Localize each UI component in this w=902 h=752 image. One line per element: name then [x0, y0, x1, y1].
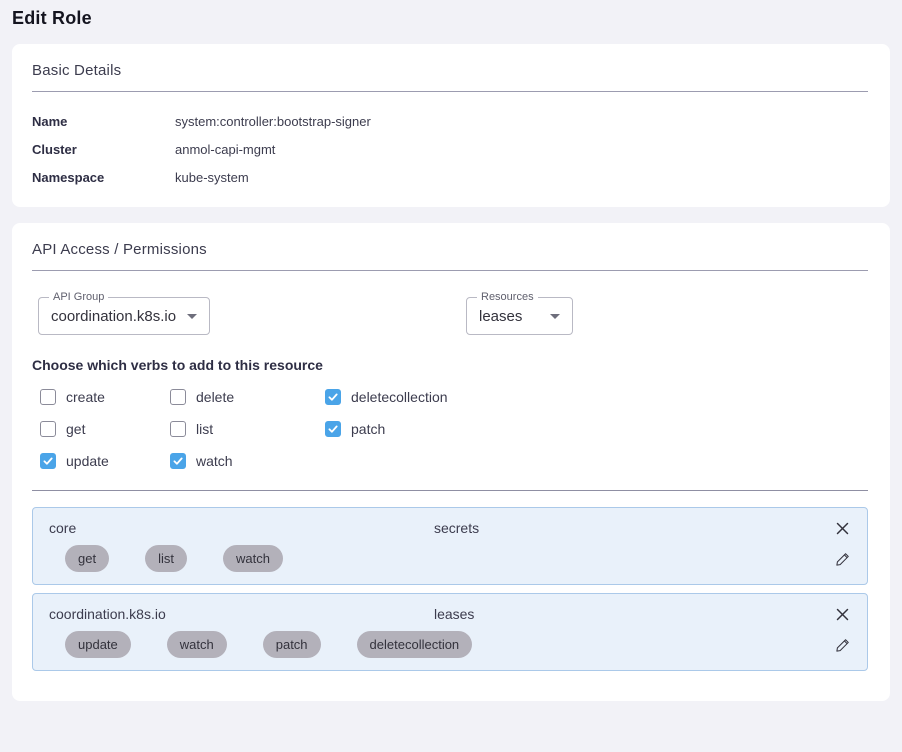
- checkmark-icon: [172, 455, 184, 467]
- verb-label: list: [196, 421, 213, 437]
- detail-value: kube-system: [175, 170, 249, 185]
- verb-checkbox-item[interactable]: list: [170, 421, 325, 437]
- permission-verb-chips: update watch patch deletecollection: [65, 631, 851, 658]
- verb-checkbox-item[interactable]: update: [40, 453, 170, 469]
- remove-permission-button[interactable]: [833, 605, 851, 623]
- api-group-select[interactable]: API Group coordination.k8s.io: [38, 297, 210, 335]
- permission-api-group: core: [49, 520, 434, 536]
- detail-label: Cluster: [32, 142, 175, 157]
- verb-checkbox-item[interactable]: patch: [325, 421, 448, 437]
- verb-label: patch: [351, 421, 385, 437]
- resources-select-value: leases: [479, 308, 522, 325]
- chevron-down-icon: [187, 314, 197, 319]
- verb-checkbox-item[interactable]: create: [40, 389, 170, 405]
- pencil-icon: [834, 637, 851, 654]
- detail-row: Cluster anmol-capi-mgmt: [32, 142, 868, 157]
- checkmark-icon: [42, 455, 54, 467]
- verb-label: update: [66, 453, 109, 469]
- verb-chip: watch: [167, 631, 227, 658]
- verb-checkbox-item[interactable]: get: [40, 421, 170, 437]
- basic-details-card: Basic Details Name system:controller:boo…: [12, 44, 890, 207]
- basic-details-list: Name system:controller:bootstrap-signer …: [32, 114, 868, 185]
- verb-chip: list: [145, 545, 187, 572]
- checkmark-icon: [327, 391, 339, 403]
- checkbox[interactable]: [40, 421, 56, 437]
- edit-permission-button[interactable]: [833, 636, 851, 654]
- verbs-checkbox-grid: create delete: [40, 389, 868, 469]
- detail-label: Name: [32, 114, 175, 129]
- detail-label: Namespace: [32, 170, 175, 185]
- chevron-down-icon: [550, 314, 560, 319]
- checkbox[interactable]: [40, 453, 56, 469]
- permission-row-head: core secrets: [49, 519, 851, 537]
- checkbox[interactable]: [170, 421, 186, 437]
- permission-row: core secrets get list: [32, 507, 868, 585]
- detail-value: system:controller:bootstrap-signer: [175, 114, 371, 129]
- checkbox[interactable]: [170, 453, 186, 469]
- selects-row: API Group coordination.k8s.io Resources …: [32, 297, 868, 335]
- api-access-card: API Access / Permissions API Group coord…: [12, 223, 890, 701]
- edit-permission-button[interactable]: [833, 550, 851, 568]
- section-divider: [32, 91, 868, 92]
- basic-details-title: Basic Details: [32, 62, 868, 79]
- verb-chip: deletecollection: [357, 631, 473, 658]
- checkbox[interactable]: [40, 389, 56, 405]
- remove-permission-button[interactable]: [833, 519, 851, 537]
- checkbox[interactable]: [170, 389, 186, 405]
- verb-checkbox-item[interactable]: watch: [170, 453, 325, 469]
- verb-chip: update: [65, 631, 131, 658]
- verb-chip: watch: [223, 545, 283, 572]
- detail-row: Name system:controller:bootstrap-signer: [32, 114, 868, 129]
- permission-row-head: coordination.k8s.io leases: [49, 605, 851, 623]
- detail-row: Namespace kube-system: [32, 170, 868, 185]
- permission-row: coordination.k8s.io leases update: [32, 593, 868, 671]
- pencil-icon: [834, 551, 851, 568]
- permission-resource: leases: [434, 606, 833, 622]
- close-icon: [835, 607, 850, 622]
- verb-label: delete: [196, 389, 234, 405]
- api-group-select-label: API Group: [49, 291, 108, 303]
- permission-resource: secrets: [434, 520, 833, 536]
- checkbox[interactable]: [325, 421, 341, 437]
- verb-chip: patch: [263, 631, 321, 658]
- checkbox[interactable]: [325, 389, 341, 405]
- permission-list: core secrets get list: [32, 507, 868, 671]
- edit-role-page: Edit Role Basic Details Name system:cont…: [0, 0, 902, 752]
- verb-label: get: [66, 421, 85, 437]
- resources-select[interactable]: Resources leases: [466, 297, 573, 335]
- verb-label: watch: [196, 453, 233, 469]
- verb-checkbox-item[interactable]: deletecollection: [325, 389, 448, 405]
- resources-select-label: Resources: [477, 291, 538, 303]
- verbs-divider: [32, 490, 868, 491]
- api-group-select-value: coordination.k8s.io: [51, 308, 176, 325]
- api-access-title: API Access / Permissions: [32, 241, 868, 258]
- verb-label: create: [66, 389, 105, 405]
- verb-checkbox-item[interactable]: delete: [170, 389, 325, 405]
- checkmark-icon: [327, 423, 339, 435]
- detail-value: anmol-capi-mgmt: [175, 142, 275, 157]
- section-divider: [32, 270, 868, 271]
- verb-chip: get: [65, 545, 109, 572]
- page-title: Edit Role: [12, 8, 890, 29]
- permission-api-group: coordination.k8s.io: [49, 606, 434, 622]
- verb-label: deletecollection: [351, 389, 448, 405]
- permission-verb-chips: get list watch: [65, 545, 851, 572]
- verbs-heading: Choose which verbs to add to this resour…: [32, 357, 868, 373]
- close-icon: [835, 521, 850, 536]
